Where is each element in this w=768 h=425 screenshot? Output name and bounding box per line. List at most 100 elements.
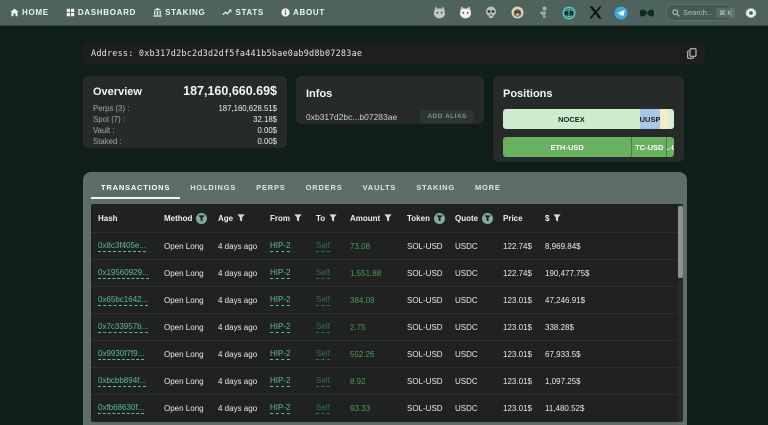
age-cell: 4 days ago [218,241,258,251]
address-label: Address: 0xb317d2bc2d3d2df5fa441b5bae0ab… [91,48,363,59]
to-link[interactable]: Self [316,349,330,360]
settings-gear-icon[interactable] [744,6,758,20]
stats-icon [222,8,232,17]
price-cell: 122.74$ [503,241,532,251]
position-segment[interactable] [660,109,668,129]
telegram-icon[interactable] [614,6,628,20]
amount-cell: 384.09 [350,295,375,305]
position-segment[interactable]: NOCEX [503,109,640,129]
column-label: To [316,213,326,223]
to-link[interactable]: Self [316,376,330,387]
filter-icon[interactable] [294,214,302,222]
usd-cell: 11,480.52$ [545,403,585,413]
hash-link[interactable]: 0x65bc1642... [98,295,149,306]
from-link[interactable]: HIP-2 [270,349,291,360]
to-link[interactable]: Self [316,322,330,333]
filter-icon[interactable] [237,214,245,222]
from-link[interactable]: HIP-2 [270,295,291,306]
from-link[interactable]: HIP-2 [270,376,291,387]
stat-label: Spot (7) : [93,115,126,124]
to-link[interactable]: Self [316,295,330,306]
hash-link[interactable]: 0x8c3f405e... [98,241,147,252]
position-segment[interactable]: TC-USD [631,137,667,157]
scrollbar-thumb[interactable] [678,206,683,278]
hash-link[interactable]: 0xfb68630f... [98,403,145,414]
hash-link[interactable]: 0xbcbb894f... [98,376,147,387]
stat-value: 32.18$ [253,115,277,124]
hyperliquid-emblem-icon[interactable] [562,6,576,20]
position-segment[interactable]: L-U [666,137,674,157]
age-cell: 4 days ago [218,322,258,332]
nav-item-staking[interactable]: STAKING [153,8,205,17]
nav-item-home[interactable]: HOME [10,8,49,17]
cat-icon[interactable] [432,6,446,20]
column-label: From [270,213,290,223]
price-cell: 123.01$ [503,295,532,305]
from-link[interactable]: HIP-2 [270,403,291,414]
nav-item-stats[interactable]: STATS [222,8,264,17]
nav-menu: HOME DASHBOARD STAKING STATS ABOUT [10,8,325,17]
transactions-table: Hash Method Age From To Amount Token Quo… [91,204,683,422]
hash-link[interactable]: 0x9930f7f9... [98,349,145,360]
column-label: Hash [98,213,118,223]
position-segment[interactable] [668,109,674,129]
perps-positions-bar: ETH-USD TC-USD L-U [503,137,674,157]
column-header: Price [503,214,545,223]
from-link[interactable]: HIP-2 [270,268,291,279]
figure-icon[interactable] [536,6,550,20]
to-link[interactable]: Self [316,403,330,414]
nav-item-label: DASHBOARD [77,8,137,17]
from-link[interactable]: HIP-2 [270,322,291,333]
search-input[interactable]: Search... ⌘ K [666,4,735,22]
filter-icon[interactable] [196,212,208,224]
position-segment[interactable]: ETH-USD [503,137,632,157]
positions-title: Positions [503,88,553,100]
skull-icon[interactable] [484,6,498,20]
nav-item-dashboard[interactable]: DASHBOARD [66,8,136,17]
x-icon[interactable] [588,6,602,20]
hash-link[interactable]: 0x19560929... [98,268,149,279]
quote-cell: USDC [455,322,478,332]
column-label: $ [545,213,550,223]
white-cat-icon[interactable] [458,6,472,20]
token-cell: SOL-USD [407,268,443,278]
filter-icon[interactable] [482,212,494,224]
filter-icon[interactable] [553,214,562,222]
quote-cell: USDC [455,376,478,386]
copy-address-icon[interactable] [687,48,697,59]
from-link[interactable]: HIP-2 [270,241,291,252]
tab[interactable]: VAULTS [353,177,407,199]
hash-link[interactable]: 0x7c33957b... [98,322,149,333]
search-icon [672,4,680,22]
amount-cell: 93.33 [350,403,371,413]
search-shortcut-badge: ⌘ K [716,7,735,18]
nav-item-about[interactable]: ABOUT [281,8,325,17]
filter-icon[interactable] [433,212,445,224]
position-segment[interactable]: UUSP [639,109,661,129]
column-header: Amount [350,214,407,223]
overview-card: Overview 187,160,660.69$ Perps (3) : 187… [83,76,287,148]
overview-stat-row: Vault : 0.00$ [93,125,277,136]
column-header: Hash [98,214,164,223]
tab[interactable]: PERPS [246,177,295,199]
add-alias-button[interactable]: ADD ALIAS [420,110,474,123]
infos-short-address: 0xb317d2bc...b07283ae [306,111,398,122]
column-label: Quote [455,213,479,223]
table-scrollbar[interactable] [678,204,683,422]
bowtie-icon[interactable] [640,6,654,20]
column-label: Token [407,213,430,223]
infos-title: Infos [306,88,333,100]
tab[interactable]: TRANSACTIONS [91,177,181,199]
monkey-icon[interactable] [510,6,524,20]
tab[interactable]: MORE [465,177,511,199]
tab-bar: TRANSACTIONS HOLDINGS PERPS ORDERS VAULT… [91,177,683,199]
to-link[interactable]: Self [316,241,330,252]
filter-icon[interactable] [384,214,392,222]
tab[interactable]: STAKING [406,177,465,199]
to-link[interactable]: Self [316,268,330,279]
tab[interactable]: ORDERS [296,177,353,199]
filter-icon[interactable] [329,214,337,222]
price-cell: 123.01$ [503,349,532,359]
token-cell: SOL-USD [407,322,443,332]
tab[interactable]: HOLDINGS [180,177,246,199]
